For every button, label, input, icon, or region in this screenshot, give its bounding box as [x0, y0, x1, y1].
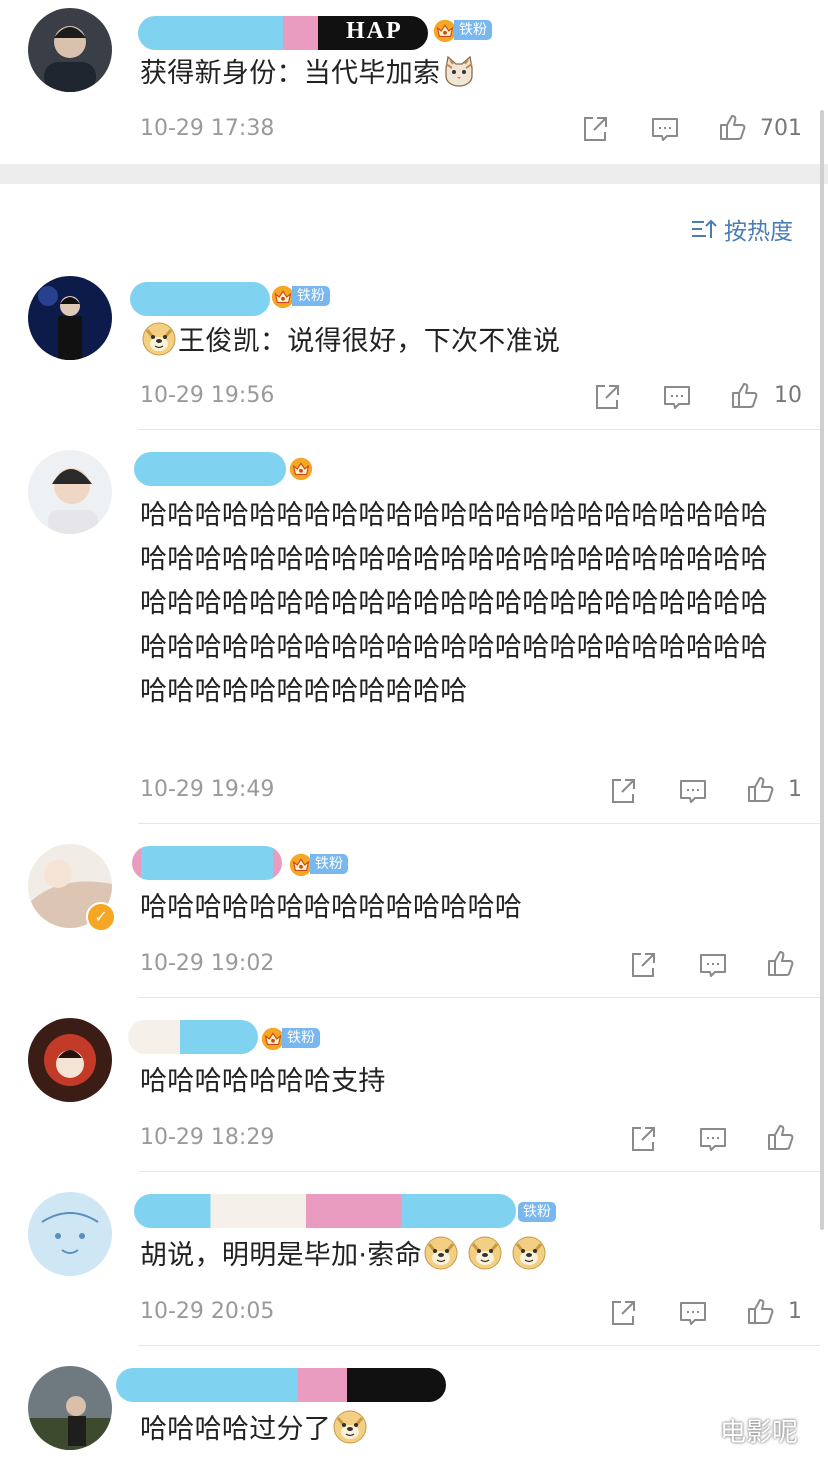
comment-text: 哈哈哈哈哈哈哈支持 — [140, 1066, 386, 1097]
comment-timestamp: 10-29 19:56 — [140, 383, 275, 408]
comment-icon[interactable] — [698, 1124, 728, 1154]
comment-icon[interactable] — [698, 950, 728, 980]
comment-timestamp: 10-29 20:05 — [140, 1299, 275, 1324]
verified-icon: ✓ — [86, 902, 116, 932]
fan-badge-label: 铁粉 — [310, 854, 348, 874]
avatar[interactable] — [28, 450, 112, 534]
like-count: 701 — [760, 116, 802, 141]
share-icon[interactable] — [628, 950, 658, 980]
doge-emoji-icon — [468, 1236, 502, 1270]
comment-icon[interactable] — [678, 1298, 708, 1328]
comment-timestamp: 10-29 19:02 — [140, 951, 275, 976]
fan-badge: 铁粉 — [288, 852, 348, 876]
username-redacted[interactable] — [116, 1368, 446, 1402]
fan-badge-label: 铁粉 — [282, 1028, 320, 1048]
comment-content: 王俊凯：说得很好，下次不准说 — [140, 320, 560, 364]
comment-text: 哈哈哈哈哈哈哈哈哈哈哈哈哈哈 — [140, 892, 523, 923]
like-icon[interactable] — [746, 1296, 776, 1326]
avatar[interactable] — [28, 1192, 112, 1276]
share-icon[interactable] — [592, 382, 622, 412]
comment-text: 哈哈哈哈过分了 — [140, 1414, 332, 1445]
fan-badge — [288, 456, 314, 480]
share-icon[interactable] — [580, 114, 610, 144]
fan-badge: 铁粉 — [260, 1026, 320, 1050]
fan-badge: 铁粉 — [518, 1200, 556, 1224]
avatar[interactable] — [28, 1018, 112, 1102]
like-icon[interactable] — [718, 112, 748, 142]
avatar[interactable] — [28, 276, 112, 360]
share-icon[interactable] — [608, 776, 638, 806]
avatar[interactable] — [28, 1366, 112, 1450]
fan-badge: 铁粉 — [432, 18, 492, 42]
divider — [138, 823, 820, 824]
username-redacted[interactable] — [130, 282, 270, 316]
doge-emoji-icon — [512, 1236, 546, 1270]
comment-text: 王俊凯：说得很好，下次不准说 — [178, 326, 561, 357]
like-count: 10 — [774, 383, 802, 408]
fan-badge: 铁粉 — [270, 284, 330, 308]
comment-content: 哈哈哈哈过分了 — [140, 1408, 369, 1452]
watermark: 电影呢 — [720, 1418, 799, 1448]
share-icon[interactable] — [628, 1124, 658, 1154]
fan-badge-label: 铁粉 — [292, 286, 330, 306]
comment-icon[interactable] — [662, 382, 692, 412]
cat-emoji-icon — [442, 54, 476, 88]
divider — [138, 1345, 820, 1346]
username-redacted[interactable] — [128, 1020, 258, 1054]
like-count: 1 — [788, 1299, 802, 1324]
divider — [138, 997, 820, 998]
username-overlay-text: HAP — [346, 18, 403, 44]
comment-content: 获得新身份：当代毕加索 — [140, 52, 478, 96]
divider — [138, 1171, 820, 1172]
share-icon[interactable] — [608, 1298, 638, 1328]
sort-icon — [692, 219, 717, 238]
comment-text: 哈哈哈哈哈哈哈哈哈哈哈哈哈哈哈哈哈哈哈哈哈哈哈哈哈哈哈哈哈哈哈哈哈哈哈哈哈哈哈哈… — [140, 500, 768, 707]
comment-text: 获得新身份：当代毕加索 — [140, 58, 441, 89]
doge-emoji-icon — [142, 322, 176, 356]
comment-timestamp: 10-29 17:38 — [140, 116, 275, 141]
sort-by-hot-button[interactable]: 按热度 — [690, 212, 793, 246]
comment-timestamp: 10-29 19:49 — [140, 777, 275, 802]
divider — [138, 429, 820, 430]
doge-emoji-icon — [424, 1236, 458, 1270]
doge-emoji-icon — [333, 1410, 367, 1444]
crown-icon — [288, 455, 314, 481]
fan-badge-label: 铁粉 — [454, 20, 492, 40]
sort-label: 按热度 — [724, 219, 793, 245]
avatar[interactable] — [28, 8, 112, 92]
like-count: 1 — [788, 777, 802, 802]
like-icon[interactable] — [746, 774, 776, 804]
comment-text: 胡说，明明是毕加·索命 — [140, 1240, 422, 1271]
scrollbar[interactable] — [820, 110, 824, 1230]
comment-icon[interactable] — [678, 776, 708, 806]
section-separator — [0, 164, 828, 184]
fan-badge-label: 铁粉 — [518, 1202, 556, 1222]
username-redacted[interactable] — [134, 452, 286, 486]
username-redacted[interactable] — [134, 1194, 516, 1228]
username-redacted[interactable] — [132, 846, 282, 880]
like-icon[interactable] — [730, 380, 760, 410]
comment-icon[interactable] — [650, 114, 680, 144]
comment-content: 胡说，明明是毕加·索命 — [140, 1234, 548, 1278]
comment-timestamp: 10-29 18:29 — [140, 1125, 275, 1150]
like-icon[interactable] — [766, 948, 796, 978]
like-icon[interactable] — [766, 1122, 796, 1152]
